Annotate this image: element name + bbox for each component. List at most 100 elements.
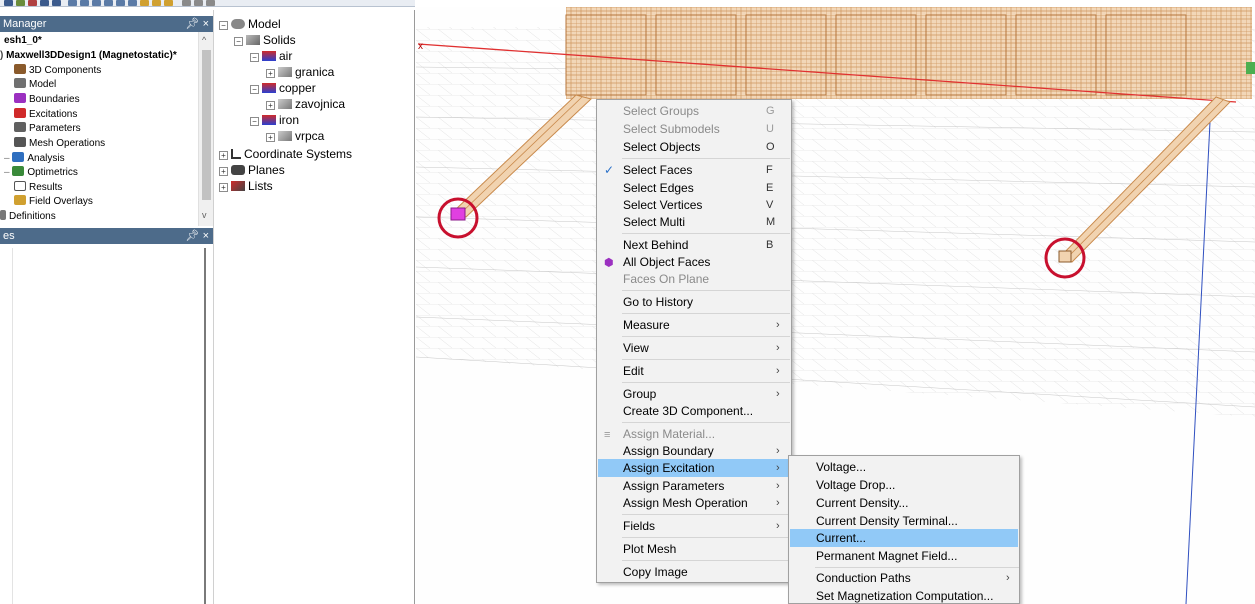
- tree-item-results[interactable]: Results: [14, 181, 62, 195]
- submenu-item-permanent-magnet-field[interactable]: Permanent Magnet Field...: [790, 547, 1018, 565]
- submenu-item-conduction-paths[interactable]: Conduction Paths ›: [790, 569, 1018, 587]
- submenu-item-voltage-drop[interactable]: Voltage Drop...: [790, 476, 1018, 494]
- tree-item-analysis[interactable]: – Analysis: [4, 152, 65, 166]
- toolbar-button[interactable]: [164, 0, 173, 6]
- submenu-item-current[interactable]: Current...: [790, 529, 1018, 547]
- tree-item-3d-components[interactable]: 3D Components: [14, 64, 101, 78]
- menu-item-assign-boundary[interactable]: Assign Boundary ›: [598, 442, 790, 460]
- menu-item-group[interactable]: Group ›: [598, 385, 790, 403]
- toolbar-button[interactable]: [92, 0, 101, 6]
- toolbar-button[interactable]: [116, 0, 125, 6]
- menu-item-assign-mesh-operation[interactable]: Assign Mesh Operation ›: [598, 494, 790, 512]
- selected-face[interactable]: [450, 207, 466, 221]
- toolbar-button[interactable]: [104, 0, 113, 6]
- tree-item-design[interactable]: ) Maxwell3DDesign1 (Magnetostatic)*: [0, 49, 177, 63]
- model-tree-item-planes[interactable]: + Planes: [219, 162, 285, 178]
- expand-icon[interactable]: +: [266, 101, 275, 110]
- pin-close-icon[interactable]: 📌︎ ×: [186, 229, 209, 242]
- menu-item-all-object-faces[interactable]: ⬢ All Object Faces: [598, 253, 790, 271]
- toolbar-button[interactable]: [194, 0, 203, 6]
- menu-item-plot-mesh[interactable]: Plot Mesh: [598, 540, 790, 558]
- pin-close-icon[interactable]: 📌︎ ×: [186, 17, 209, 30]
- expand-icon[interactable]: +: [219, 151, 228, 160]
- menu-item-select-multi[interactable]: Select Multi M: [598, 213, 790, 231]
- submenu-item-current-density-terminal[interactable]: Current Density Terminal...: [790, 512, 1018, 530]
- scroll-down-icon[interactable]: v: [202, 210, 207, 220]
- terminal-face[interactable]: [1058, 250, 1072, 263]
- expand-icon[interactable]: +: [266, 133, 275, 142]
- menu-item-select-objects[interactable]: Select Objects O: [598, 138, 790, 156]
- column-divider: [12, 248, 13, 604]
- menu-item-faces-on-plane[interactable]: Faces On Plane: [598, 270, 790, 288]
- collapse-icon[interactable]: −: [250, 117, 259, 126]
- menu-item-measure[interactable]: Measure ›: [598, 316, 790, 334]
- project-tree: esh1_0* ) Maxwell3DDesign1 (Magnetostati…: [0, 32, 198, 226]
- model-tree-item-coordinate-systems[interactable]: + Coordinate Systems: [219, 146, 352, 162]
- toolbar-button[interactable]: [152, 0, 161, 6]
- model-tree-item-lists[interactable]: + Lists: [219, 178, 273, 194]
- model-tree-item-air[interactable]: − air: [250, 48, 292, 64]
- model-tree-item-iron[interactable]: − iron: [250, 112, 299, 128]
- tree-item-model[interactable]: Model: [14, 78, 56, 92]
- properties-title: es: [3, 230, 15, 242]
- menu-item-edit[interactable]: Edit ›: [598, 362, 790, 380]
- toolbar-button[interactable]: [140, 0, 149, 6]
- collapse-icon[interactable]: −: [250, 85, 259, 94]
- submenu-item-voltage[interactable]: Voltage...: [790, 458, 1018, 476]
- model-tree-item-zavojnica[interactable]: + zavojnica: [266, 96, 345, 112]
- scroll-up-icon[interactable]: ^: [202, 35, 206, 45]
- tree-item-definitions[interactable]: Definitions: [0, 210, 56, 224]
- submenu-item-current-density[interactable]: Current Density...: [790, 494, 1018, 512]
- model-tree-item-copper[interactable]: − copper: [250, 80, 316, 96]
- menu-item-select-groups[interactable]: Select Groups G: [598, 102, 790, 120]
- tree-item-mesh-operations[interactable]: Mesh Operations: [14, 137, 105, 151]
- toolbar-button[interactable]: [4, 0, 13, 6]
- project-tree-scrollbar[interactable]: ^ v: [198, 32, 213, 226]
- toolbar-button[interactable]: [28, 0, 37, 6]
- menu-item-next-behind[interactable]: Next Behind B: [598, 236, 790, 254]
- menu-item-assign-excitation[interactable]: Assign Excitation ›: [598, 459, 790, 477]
- toolbar-button[interactable]: [206, 0, 215, 6]
- tree-item-optimetrics[interactable]: – Optimetrics: [4, 166, 78, 180]
- toolbar-button[interactable]: [40, 0, 49, 6]
- collapse-icon[interactable]: −: [234, 37, 243, 46]
- tree-item-parameters[interactable]: Parameters: [14, 122, 81, 136]
- toolbar-button[interactable]: [52, 0, 61, 6]
- tree-item-field-overlays[interactable]: Field Overlays: [14, 195, 93, 209]
- properties-scrollbar[interactable]: [204, 248, 206, 604]
- coil-body: [566, 7, 1252, 99]
- model-tree-item-granica[interactable]: + granica: [266, 64, 334, 80]
- toolbar-button[interactable]: [68, 0, 77, 6]
- optimetrics-icon: [12, 166, 25, 176]
- tree-item-project[interactable]: esh1_0*: [4, 34, 42, 48]
- toolbar-button[interactable]: [128, 0, 137, 6]
- chevron-right-icon: ›: [776, 319, 780, 331]
- menu-item-select-vertices[interactable]: Select Vertices V: [598, 196, 790, 214]
- menu-item-copy-image[interactable]: Copy Image: [598, 563, 790, 581]
- menu-item-select-faces[interactable]: ✓ Select Faces F: [598, 161, 790, 179]
- menu-item-view[interactable]: View ›: [598, 339, 790, 357]
- menu-item-fields[interactable]: Fields ›: [598, 517, 790, 535]
- collapse-icon[interactable]: −: [250, 53, 259, 62]
- model-tree-item-solids[interactable]: − Solids: [234, 32, 296, 48]
- expand-icon[interactable]: +: [266, 69, 275, 78]
- model-tree-item-vrpca[interactable]: + vrpca: [266, 128, 324, 144]
- expand-icon[interactable]: +: [219, 167, 228, 176]
- toolbar-button[interactable]: [182, 0, 191, 6]
- menu-separator: [622, 336, 790, 337]
- scrollbar-thumb[interactable]: [202, 50, 211, 200]
- toolbar-button[interactable]: [16, 0, 25, 6]
- menu-item-go-to-history[interactable]: Go to History: [598, 293, 790, 311]
- submenu-item-set-magnetization-computation[interactable]: Set Magnetization Computation...: [790, 587, 1018, 604]
- menu-item-select-edges[interactable]: Select Edges E: [598, 179, 790, 197]
- tree-item-excitations[interactable]: Excitations: [14, 108, 77, 122]
- menu-item-assign-material[interactable]: ≡ Assign Material...: [598, 425, 790, 443]
- toolbar-button[interactable]: [80, 0, 89, 6]
- collapse-icon[interactable]: −: [219, 21, 228, 30]
- menu-item-assign-parameters[interactable]: Assign Parameters ›: [598, 477, 790, 495]
- menu-item-select-submodels[interactable]: Select Submodels U: [598, 120, 790, 138]
- expand-icon[interactable]: +: [219, 183, 228, 192]
- menu-item-create-3d-component[interactable]: Create 3D Component...: [598, 402, 790, 420]
- model-tree-item-model[interactable]: − Model: [219, 16, 281, 32]
- tree-item-boundaries[interactable]: Boundaries: [14, 93, 80, 107]
